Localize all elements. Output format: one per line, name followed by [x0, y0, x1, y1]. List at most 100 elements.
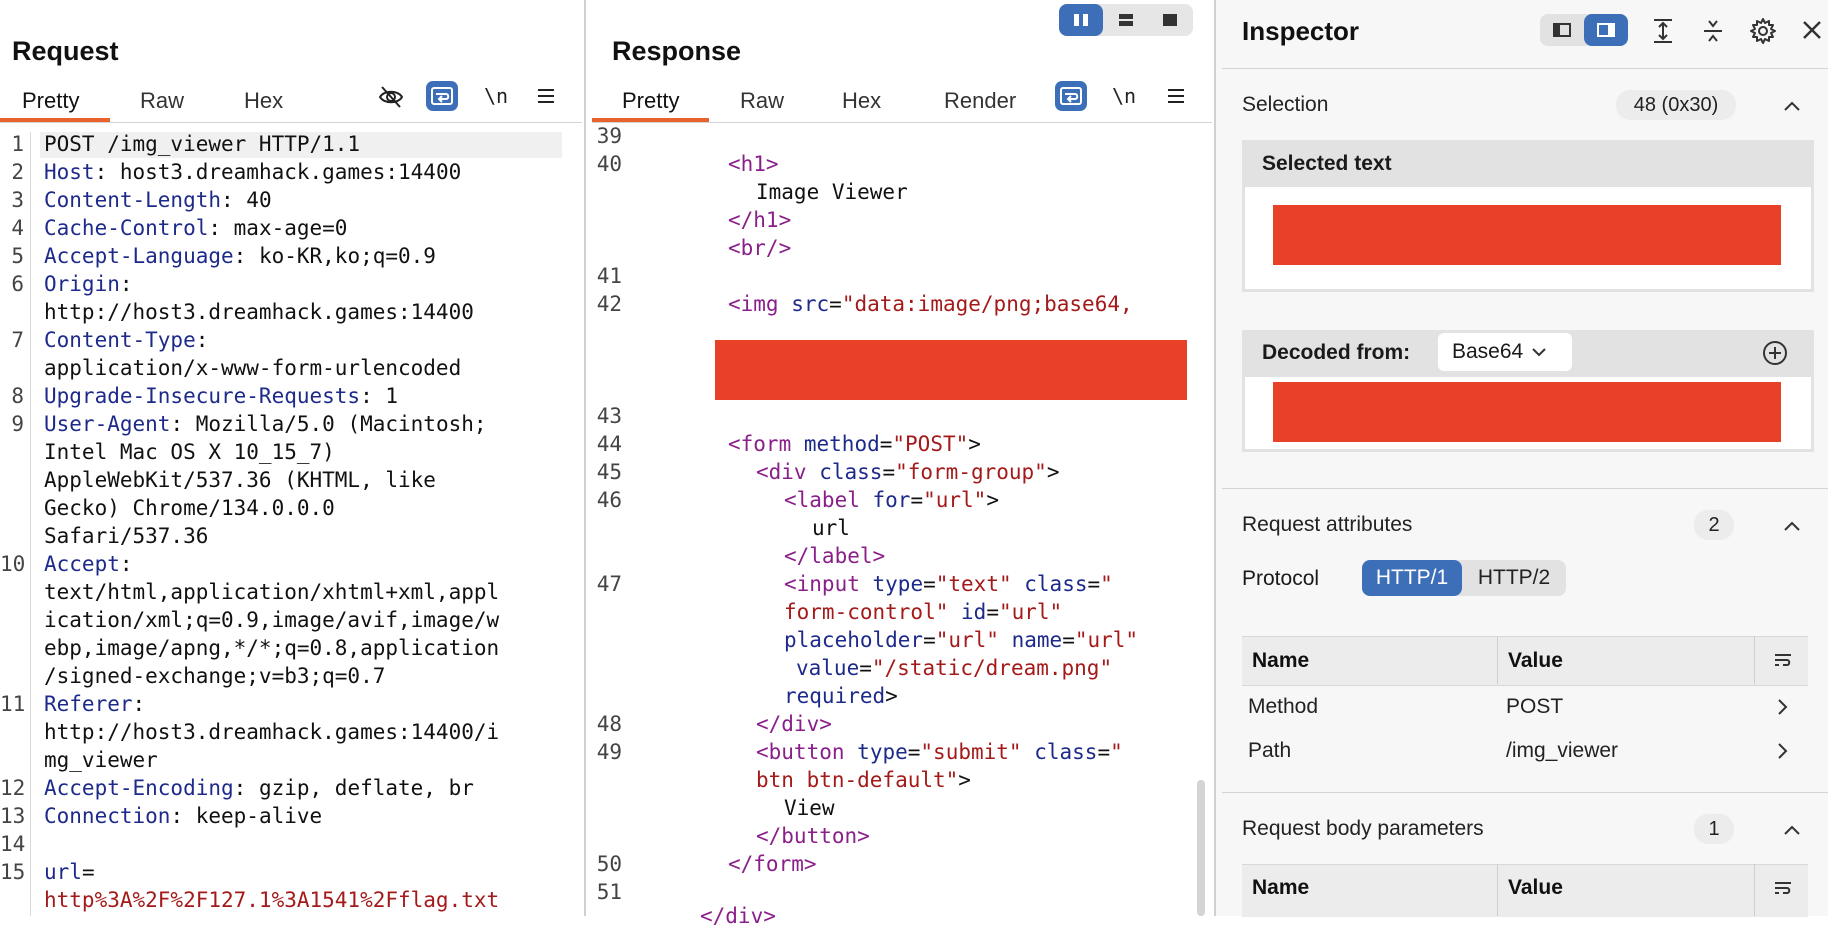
request-line-wrap[interactable]: /signed-exchange;v=b3;q=0.7 [44, 664, 385, 688]
response-line[interactable]: </div> [700, 904, 776, 928]
column-divider [1754, 636, 1755, 684]
request-line-wrap[interactable]: Gecko) Chrome/134.0.0.0 [44, 496, 335, 520]
line-number: 41 [596, 264, 622, 288]
column-header-value[interactable]: Value [1508, 876, 1563, 900]
wrap-text-icon[interactable] [1770, 876, 1796, 900]
request-gutter-divider [30, 132, 31, 916]
response-line[interactable]: </div> [756, 712, 832, 736]
response-line-wrap[interactable]: required> [784, 684, 898, 708]
response-line-wrap[interactable]: form-control" id="url" [784, 600, 1062, 624]
column-header-value[interactable]: Value [1508, 649, 1563, 673]
response-line-wrap[interactable]: value="/static/dream.png" [796, 656, 1112, 680]
layout-stacked-icon[interactable] [1104, 4, 1148, 36]
menu-icon[interactable] [1164, 84, 1188, 108]
request-line[interactable]: Accept-Language: ko-KR,ko;q=0.9 [44, 244, 436, 268]
decoding-select[interactable]: Base64 [1438, 333, 1572, 371]
response-tab-raw[interactable]: Raw [740, 88, 784, 114]
request-line[interactable]: POST /img_viewer HTTP/1.1 [44, 132, 360, 156]
request-line[interactable]: Accept: [44, 552, 133, 576]
request-line[interactable]: Content-Length: 40 [44, 188, 272, 212]
chevron-up-icon[interactable] [1780, 94, 1804, 118]
request-line[interactable]: Accept-Encoding: gzip, deflate, br [44, 776, 474, 800]
request-line-wrap[interactable]: AppleWebKit/537.36 (KHTML, like [44, 468, 436, 492]
column-divider[interactable] [1497, 864, 1498, 916]
request-line-wrap[interactable]: mg_viewer [44, 748, 158, 772]
layout-side-by-side-icon[interactable] [1059, 4, 1103, 36]
chevron-right-icon[interactable] [1772, 740, 1792, 762]
request-body-param[interactable]: url= [44, 860, 95, 884]
request-line-wrap[interactable]: application/x-www-form-urlencoded [44, 356, 461, 380]
dock-right-icon[interactable] [1584, 14, 1628, 46]
newline-toggle-icon[interactable]: \n [484, 84, 508, 108]
body-params-section-title[interactable]: Request body parameters [1242, 817, 1484, 841]
protocol-http1-button[interactable]: HTTP/1 [1362, 560, 1462, 596]
settings-gear-icon[interactable] [1747, 15, 1779, 47]
response-line[interactable]: </button> [756, 824, 870, 848]
response-line[interactable]: <br/> [728, 236, 791, 260]
request-tab-hex[interactable]: Hex [244, 88, 283, 114]
request-line[interactable]: Upgrade-Insecure-Requests: 1 [44, 384, 398, 408]
line-number: 6 [11, 272, 24, 296]
response-line[interactable]: </label> [784, 544, 885, 568]
response-line[interactable]: <form method="POST"> [728, 432, 981, 456]
wrap-lines-icon[interactable] [1055, 81, 1087, 111]
menu-icon[interactable] [534, 84, 558, 108]
request-response-splitter[interactable] [584, 0, 586, 916]
chevron-up-icon[interactable] [1780, 818, 1804, 842]
chevron-right-icon[interactable] [1772, 696, 1792, 718]
layout-single-icon[interactable] [1148, 4, 1192, 36]
collapse-all-icon[interactable] [1698, 16, 1728, 46]
line-number: 9 [11, 412, 24, 436]
response-tab-pretty[interactable]: Pretty [622, 88, 679, 114]
response-line[interactable]: <img src="data:image/png;base64, [728, 292, 1133, 316]
request-line-wrap[interactable]: text/html,application/xhtml+xml,appl [44, 580, 499, 604]
request-line-wrap[interactable]: ebp,image/apng,*/*;q=0.8,application [44, 636, 499, 660]
request-line[interactable]: User-Agent: Mozilla/5.0 (Macintosh; [44, 412, 487, 436]
response-tab-render[interactable]: Render [944, 88, 1016, 114]
response-line[interactable]: <label for="url"> [784, 488, 999, 512]
protocol-http2-button[interactable]: HTTP/2 [1464, 560, 1564, 596]
request-line-wrap[interactable]: Safari/537.36 [44, 524, 208, 548]
column-divider[interactable] [1497, 636, 1498, 684]
chevron-up-icon[interactable] [1780, 514, 1804, 538]
response-line[interactable]: </form> [728, 852, 817, 876]
response-scrollbar-thumb[interactable] [1197, 780, 1205, 916]
response-line-wrap[interactable]: btn btn-default"> [756, 768, 971, 792]
wrap-lines-icon[interactable] [426, 81, 458, 111]
response-line[interactable]: <button type="submit" class=" [756, 740, 1123, 764]
request-line[interactable]: Host: host3.dreamhack.games:14400 [44, 160, 461, 184]
add-decoding-icon[interactable] [1761, 339, 1789, 367]
expand-all-icon[interactable] [1648, 16, 1678, 46]
request-attributes-section-title[interactable]: Request attributes [1242, 513, 1412, 537]
response-line[interactable]: <div class="form-group"> [756, 460, 1059, 484]
response-line[interactable]: Image Viewer [756, 180, 908, 204]
column-header-name[interactable]: Name [1252, 876, 1309, 900]
dock-left-icon[interactable] [1540, 14, 1584, 46]
request-line[interactable]: Origin: [44, 272, 133, 296]
close-icon[interactable] [1797, 15, 1827, 45]
request-line[interactable]: Content-Type: [44, 328, 208, 352]
request-line[interactable]: Cache-Control: max-age=0 [44, 216, 347, 240]
hide-eye-icon[interactable] [376, 82, 406, 112]
request-line-wrap[interactable]: Intel Mac OS X 10_15_7) [44, 440, 335, 464]
request-body-value[interactable]: http%3A%2F%2F127.1%3A1541%2Fflag.txt [44, 888, 499, 912]
newline-toggle-icon[interactable]: \n [1112, 84, 1136, 108]
response-line[interactable]: url [812, 516, 850, 540]
request-tab-pretty[interactable]: Pretty [22, 88, 79, 114]
response-line-wrap[interactable]: placeholder="url" name="url" [784, 628, 1138, 652]
request-line[interactable]: Connection: keep-alive [44, 804, 322, 828]
response-line[interactable]: </h1> [728, 208, 791, 232]
request-line[interactable]: Referer: [44, 692, 145, 716]
response-line[interactable]: <input type="text" class=" [784, 572, 1113, 596]
response-line[interactable]: View [784, 796, 835, 820]
request-line-wrap[interactable]: ication/xml;q=0.9,image/avif,image/w [44, 608, 499, 632]
response-tab-hex[interactable]: Hex [842, 88, 881, 114]
line-number: 46 [596, 488, 622, 512]
response-line[interactable]: <h1> [728, 152, 779, 176]
request-tab-raw[interactable]: Raw [140, 88, 184, 114]
selection-section-title[interactable]: Selection [1242, 93, 1328, 117]
request-line-wrap[interactable]: http://host3.dreamhack.games:14400/i [44, 720, 499, 744]
wrap-text-icon[interactable] [1770, 648, 1796, 672]
column-header-name[interactable]: Name [1252, 649, 1309, 673]
request-line-wrap[interactable]: http://host3.dreamhack.games:14400 [44, 300, 474, 324]
